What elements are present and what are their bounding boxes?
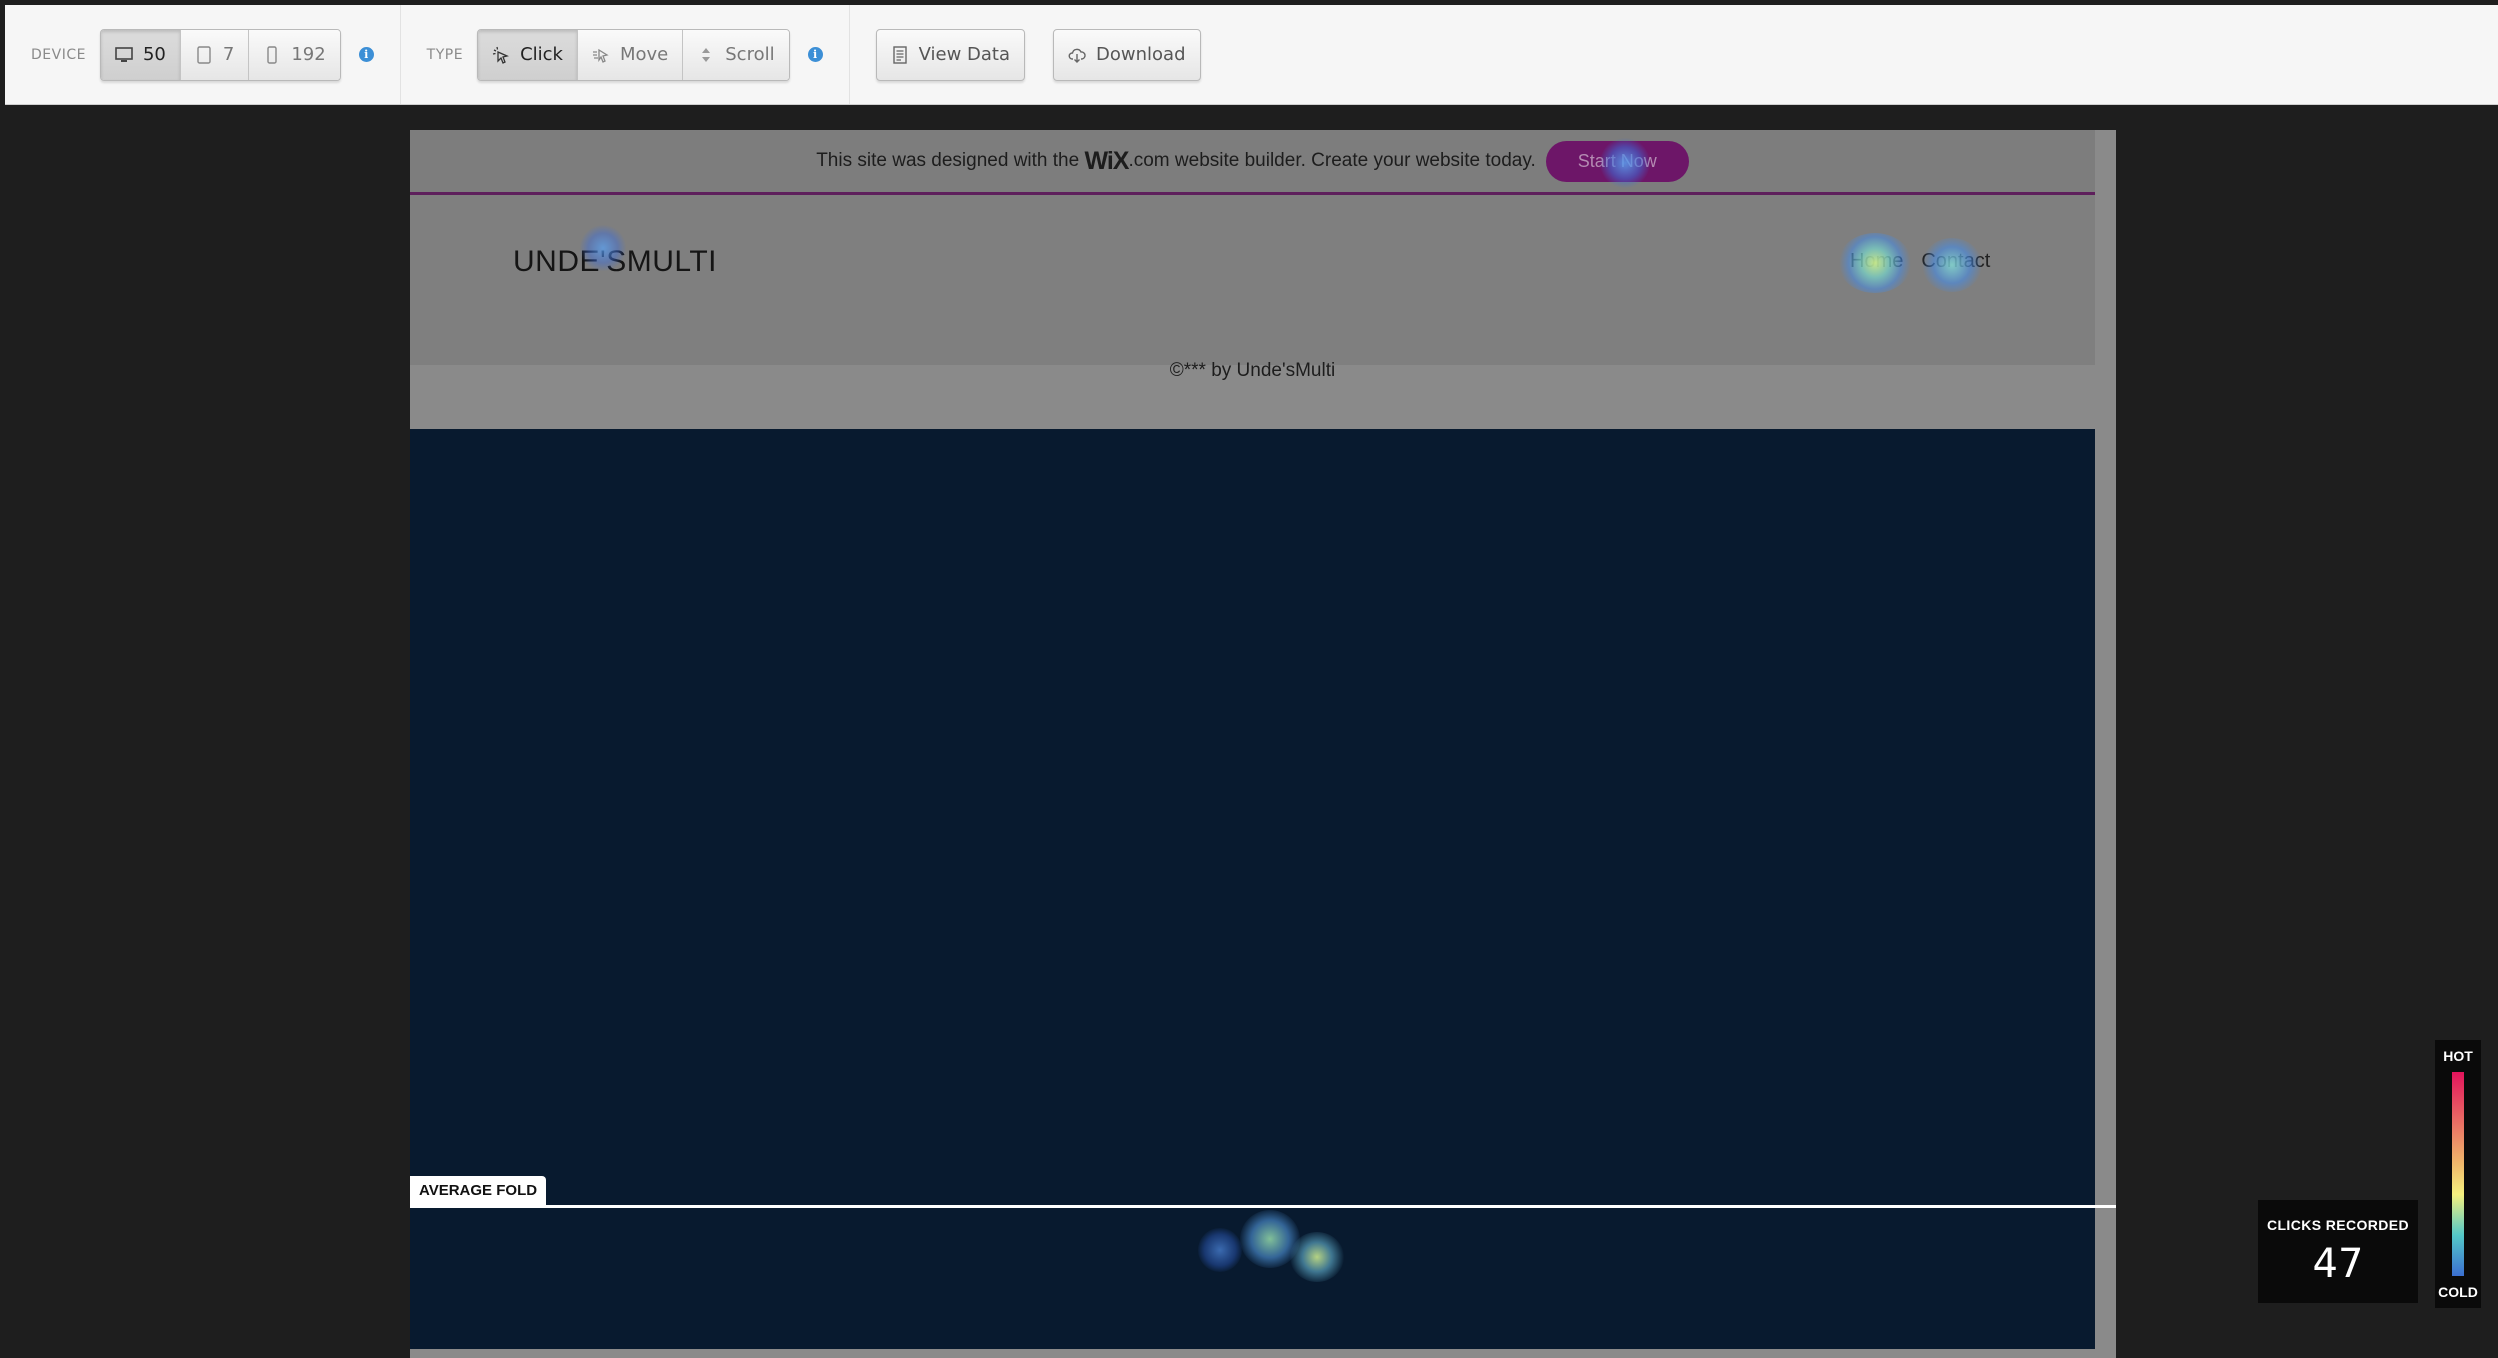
cursor-move-icon bbox=[592, 48, 609, 63]
cursor-click-icon bbox=[492, 46, 510, 64]
tablet-count: 7 bbox=[222, 44, 235, 65]
actions-group: View Data Download bbox=[850, 5, 1227, 104]
download-button[interactable]: Download bbox=[1053, 28, 1201, 81]
average-fold-label: AVERAGE FOLD bbox=[410, 1176, 547, 1205]
device-info-icon[interactable]: i bbox=[358, 47, 374, 62]
clicks-recorded-value: 47 bbox=[2312, 1240, 2364, 1287]
device-desktop-button[interactable]: 50 bbox=[100, 29, 181, 80]
scale-cold-label: COLD bbox=[2438, 1284, 2478, 1300]
clicks-recorded-panel: CLICKS RECORDED 47 bbox=[2258, 1200, 2418, 1303]
average-fold-line bbox=[410, 1205, 2116, 1208]
nav-home-link[interactable]: Home bbox=[1850, 250, 1903, 273]
tablet-icon bbox=[197, 45, 211, 64]
desktop-count: 50 bbox=[142, 44, 166, 65]
site-logo[interactable]: UNDE'SMULTI bbox=[513, 245, 717, 279]
site-nav: Home Contact bbox=[1850, 250, 1990, 273]
scale-hot-label: HOT bbox=[2443, 1048, 2473, 1064]
device-tablet-button[interactable]: 7 bbox=[180, 29, 250, 80]
mobile-count: 192 bbox=[291, 44, 326, 65]
type-scroll-button[interactable]: Scroll bbox=[683, 29, 789, 80]
type-info-icon[interactable]: i bbox=[807, 47, 823, 62]
type-move-label: Move bbox=[619, 44, 669, 65]
banner-suffix: .com website builder. Create your websit… bbox=[1128, 150, 1536, 171]
site-header bbox=[410, 195, 2095, 365]
page-preview: This site was designed with the WiX .com … bbox=[410, 130, 2116, 1358]
download-label: Download bbox=[1096, 44, 1186, 65]
type-selector: Click Move Scroll bbox=[477, 28, 790, 81]
desktop-icon bbox=[115, 46, 133, 62]
cloud-download-icon bbox=[1068, 48, 1086, 63]
wix-promo-banner: This site was designed with the WiX .com … bbox=[410, 130, 2095, 195]
type-click-label: Click bbox=[520, 44, 563, 65]
wix-logo: WiX bbox=[1084, 146, 1129, 175]
type-click-button[interactable]: Click bbox=[478, 29, 578, 80]
scroll-arrows-icon bbox=[702, 47, 711, 62]
heat-scale: HOT COLD bbox=[2435, 1040, 2481, 1308]
copyright-text: ©*** by Unde'sMulti bbox=[1169, 360, 1336, 381]
document-list-icon bbox=[892, 45, 907, 64]
heat-gradient-bar bbox=[2452, 1072, 2464, 1276]
device-selector: 50 7 192 bbox=[99, 28, 341, 81]
type-label: TYPE bbox=[426, 46, 464, 63]
type-move-button[interactable]: Move bbox=[577, 29, 684, 80]
mobile-icon bbox=[267, 45, 278, 64]
banner-prefix: This site was designed with the bbox=[816, 150, 1080, 171]
dark-content-section bbox=[410, 429, 2095, 1349]
device-label: DEVICE bbox=[31, 46, 86, 63]
device-mobile-button[interactable]: 192 bbox=[249, 29, 340, 80]
clicks-recorded-label: CLICKS RECORDED bbox=[2266, 1216, 2410, 1233]
type-group: TYPE Click Move Scroll i bbox=[401, 5, 850, 104]
view-data-button[interactable]: View Data bbox=[875, 28, 1026, 81]
nav-contact-link[interactable]: Contact bbox=[1921, 250, 1990, 273]
heatmap-toolbar: DEVICE 50 7 192 i TYPE Click Move Scroll… bbox=[5, 5, 2498, 105]
type-scroll-label: Scroll bbox=[725, 44, 775, 65]
start-now-button[interactable]: Start Now bbox=[1545, 140, 1689, 182]
device-group: DEVICE 50 7 192 i bbox=[5, 5, 401, 104]
view-data-label: View Data bbox=[918, 44, 1011, 65]
